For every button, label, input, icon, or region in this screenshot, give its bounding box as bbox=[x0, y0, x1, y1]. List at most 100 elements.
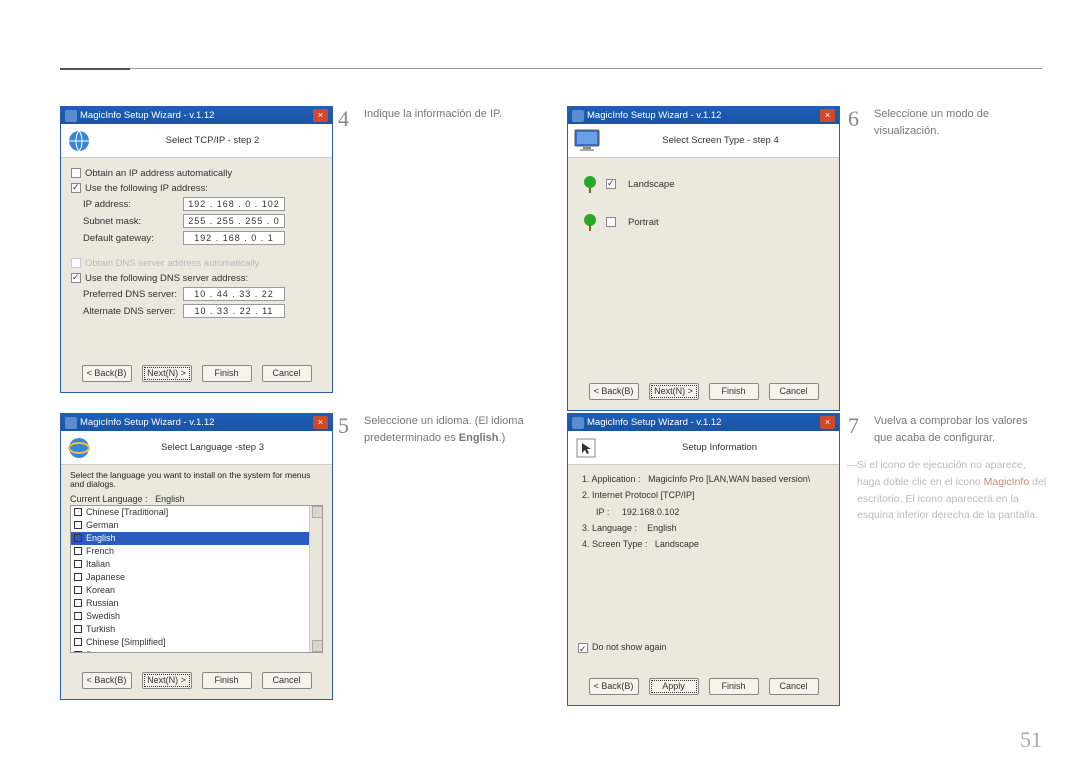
checkbox-icon bbox=[74, 521, 82, 529]
tree-landscape-icon bbox=[582, 174, 598, 194]
language-name: Japanese bbox=[86, 571, 125, 584]
use-dns-label: Use the following DNS server address: bbox=[85, 273, 248, 284]
language-name: German bbox=[86, 519, 119, 532]
window-title: MagicInfo Setup Wizard - v.1.12 bbox=[80, 417, 214, 428]
globe-icon bbox=[67, 129, 91, 153]
language-name: French bbox=[86, 545, 114, 558]
language-name: English bbox=[86, 532, 116, 545]
language-option[interactable]: Portuguese bbox=[71, 649, 322, 653]
language-option[interactable]: Korean bbox=[71, 584, 322, 597]
finish-button[interactable]: Finish bbox=[202, 672, 252, 689]
back-button[interactable]: < Back(B) bbox=[589, 383, 639, 400]
cancel-button[interactable]: Cancel bbox=[769, 383, 819, 400]
close-icon[interactable]: × bbox=[820, 109, 835, 122]
language-option[interactable]: Chinese [Traditional] bbox=[71, 506, 322, 519]
back-button[interactable]: < Back(B) bbox=[82, 365, 132, 382]
next-button[interactable]: Next(N) > bbox=[649, 383, 699, 400]
info-screen-label: 4. Screen Type : bbox=[582, 539, 647, 549]
scrollbar[interactable] bbox=[309, 506, 322, 652]
next-button[interactable]: Next(N) > bbox=[142, 365, 192, 382]
finish-button[interactable]: Finish bbox=[709, 383, 759, 400]
language-option[interactable]: Japanese bbox=[71, 571, 322, 584]
info-app-value: MagicInfo Pro [LAN,WAN based version\ bbox=[648, 474, 810, 484]
language-option[interactable]: Turkish bbox=[71, 623, 322, 636]
next-button[interactable]: Next(N) > bbox=[142, 672, 192, 689]
app-icon bbox=[65, 417, 77, 429]
use-ip-label: Use the following IP address: bbox=[85, 183, 208, 194]
portrait-label: Portrait bbox=[628, 217, 659, 228]
info-screen-value: Landscape bbox=[655, 539, 699, 549]
cancel-button[interactable]: Cancel bbox=[262, 672, 312, 689]
landscape-checkbox[interactable] bbox=[606, 179, 616, 189]
step-header: Select TCP/IP - step 2 bbox=[99, 135, 326, 146]
checkbox-icon bbox=[74, 651, 82, 653]
alt-dns-input[interactable]: 10 . 33 . 22 . 11 bbox=[183, 304, 285, 318]
checkbox-icon bbox=[74, 625, 82, 633]
ip-address-input[interactable]: 192 . 168 . 0 . 102 bbox=[183, 197, 285, 211]
language-option[interactable]: Chinese [Simplified] bbox=[71, 636, 322, 649]
subnet-input[interactable]: 255 . 255 . 255 . 0 bbox=[183, 214, 285, 228]
use-ip-checkbox[interactable] bbox=[71, 183, 81, 193]
language-list[interactable]: Chinese [Traditional]GermanEnglishFrench… bbox=[70, 505, 323, 653]
app-icon bbox=[572, 110, 584, 122]
language-option[interactable]: English bbox=[71, 532, 322, 545]
use-dns-checkbox[interactable] bbox=[71, 273, 81, 283]
tree-portrait-icon bbox=[582, 212, 598, 232]
close-icon[interactable]: × bbox=[820, 416, 835, 429]
checkbox-icon bbox=[74, 560, 82, 568]
alt-dns-label: Alternate DNS server: bbox=[83, 306, 183, 317]
finish-button[interactable]: Finish bbox=[202, 365, 252, 382]
step-7-text: Vuelva a comprobar los valores que acaba… bbox=[874, 413, 1049, 446]
language-name: Russian bbox=[86, 597, 119, 610]
donot-show-checkbox[interactable] bbox=[578, 643, 588, 653]
checkbox-icon bbox=[74, 599, 82, 607]
finish-button[interactable]: Finish bbox=[709, 678, 759, 695]
step-6-number: 6 bbox=[848, 106, 866, 139]
landscape-label: Landscape bbox=[628, 179, 674, 190]
language-option[interactable]: French bbox=[71, 545, 322, 558]
monitor-icon bbox=[574, 129, 600, 153]
language-option[interactable]: Italian bbox=[71, 558, 322, 571]
checkbox-icon bbox=[74, 547, 82, 555]
language-name: Swedish bbox=[86, 610, 120, 623]
step-header: Select Language -step 3 bbox=[99, 442, 326, 453]
obtain-ip-checkbox[interactable] bbox=[71, 168, 81, 178]
cancel-button[interactable]: Cancel bbox=[769, 678, 819, 695]
titlebar: MagicInfo Setup Wizard - v.1.12 × bbox=[61, 107, 332, 124]
portrait-checkbox[interactable] bbox=[606, 217, 616, 227]
gateway-input[interactable]: 192 . 168 . 0 . 1 bbox=[183, 231, 285, 245]
gateway-label: Default gateway: bbox=[83, 233, 183, 244]
checkbox-icon bbox=[74, 573, 82, 581]
language-name: Chinese [Simplified] bbox=[86, 636, 166, 649]
language-option[interactable]: Swedish bbox=[71, 610, 322, 623]
cancel-button[interactable]: Cancel bbox=[262, 365, 312, 382]
checkbox-icon bbox=[74, 612, 82, 620]
language-intro: Select the language you want to install … bbox=[70, 471, 326, 490]
language-name: Portuguese bbox=[86, 649, 132, 653]
info-lang-label: 3. Language : bbox=[582, 523, 637, 533]
step-5-number: 5 bbox=[338, 413, 356, 446]
language-option[interactable]: Russian bbox=[71, 597, 322, 610]
footnote: ― Si el icono de ejecución no aparece, h… bbox=[857, 457, 1047, 524]
step-6-text: Seleccione un modo de visualización. bbox=[874, 106, 1049, 139]
step-4-number: 4 bbox=[338, 106, 356, 132]
app-icon bbox=[65, 110, 77, 122]
window-title: MagicInfo Setup Wizard - v.1.12 bbox=[587, 110, 721, 121]
obtain-ip-label: Obtain an IP address automatically bbox=[85, 168, 232, 179]
step-header: Select Screen Type - step 4 bbox=[608, 135, 833, 146]
info-ip-label: IP : bbox=[596, 507, 609, 517]
apply-button[interactable]: Apply bbox=[649, 678, 699, 695]
language-option[interactable]: German bbox=[71, 519, 322, 532]
info-app-label: 1. Application : bbox=[582, 474, 641, 484]
back-button[interactable]: < Back(B) bbox=[589, 678, 639, 695]
checkbox-icon bbox=[74, 638, 82, 646]
step-4-text: Indique la información de IP. bbox=[364, 106, 502, 132]
back-button[interactable]: < Back(B) bbox=[82, 672, 132, 689]
close-icon[interactable]: × bbox=[313, 109, 328, 122]
obtain-dns-label: Obtain DNS server address automatically bbox=[85, 258, 259, 269]
step-5-text: Seleccione un idioma. (El idioma predete… bbox=[364, 413, 539, 446]
pref-dns-input[interactable]: 10 . 44 . 33 . 22 bbox=[183, 287, 285, 301]
current-language-value: English bbox=[155, 494, 185, 504]
close-icon[interactable]: × bbox=[313, 416, 328, 429]
globe-icon bbox=[67, 436, 91, 460]
